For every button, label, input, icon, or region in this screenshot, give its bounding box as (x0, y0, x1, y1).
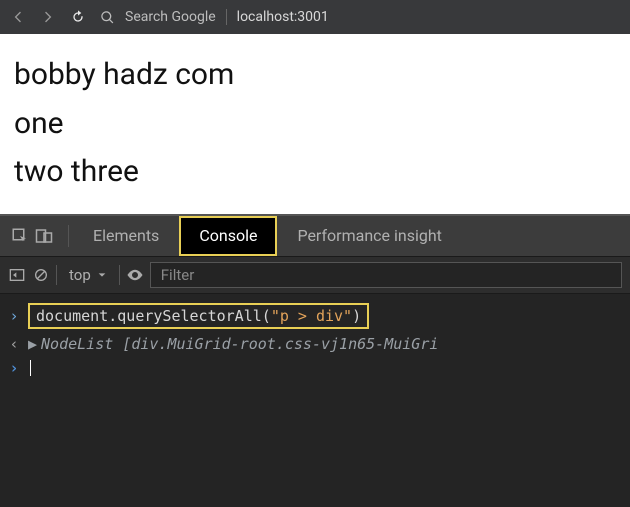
filter-placeholder: Filter (161, 266, 195, 284)
inspect-icon (11, 227, 29, 245)
separator (119, 265, 120, 285)
text-cursor (30, 360, 31, 376)
console-filterbar: top Filter (0, 256, 630, 294)
omnibox-placeholder: Search Google (125, 9, 216, 25)
sidebar-icon (9, 267, 25, 283)
page-line: two three (14, 149, 616, 196)
console-prompt-line[interactable]: › (6, 356, 624, 380)
context-selector[interactable]: top (63, 266, 113, 284)
tab-label: Elements (93, 226, 159, 245)
page-line: bobby hadz com (14, 52, 616, 99)
tab-elements[interactable]: Elements (73, 216, 179, 256)
tab-label: Performance insight (297, 226, 441, 245)
console-input[interactable] (28, 359, 31, 377)
console-body: › document.querySelectorAll("p > div") ‹… (0, 294, 630, 507)
omnibox-divider (226, 9, 227, 25)
omnibox-url: localhost:3001 (237, 9, 329, 25)
search-icon (100, 10, 115, 25)
inspect-element-button[interactable] (10, 226, 30, 246)
console-entered-code: document.querySelectorAll("p > div") (28, 303, 369, 329)
expand-triangle-icon[interactable]: ▶ (28, 335, 41, 353)
forward-button[interactable] (34, 3, 62, 31)
output-body: [div.MuiGrid-root.css-vj1n65-MuiGri (122, 335, 438, 353)
context-label: top (69, 266, 91, 284)
devtools-panel: Elements Console Performance insight top (0, 214, 630, 507)
tab-console[interactable]: Console (179, 216, 277, 256)
back-button[interactable] (4, 3, 32, 31)
browser-toolbar: Search Google localhost:3001 (0, 0, 630, 34)
separator (56, 265, 57, 285)
console-sidebar-toggle[interactable] (8, 266, 26, 284)
devtools-tabbar: Elements Console Performance insight (0, 214, 630, 256)
arrow-left-icon (10, 9, 26, 25)
code-method: querySelectorAll (117, 307, 262, 325)
separator (68, 225, 69, 247)
eye-icon (126, 266, 144, 284)
clear-icon (33, 267, 49, 283)
code-object: document (36, 307, 108, 325)
console-input-line: › document.querySelectorAll("p > div") (6, 300, 624, 332)
reload-icon (70, 9, 86, 25)
device-toolbar-button[interactable] (34, 226, 54, 246)
omnibox[interactable]: Search Google localhost:3001 (94, 9, 626, 25)
page-viewport: bobby hadz com one two three (0, 34, 630, 214)
tab-performance-insights[interactable]: Performance insight (277, 216, 461, 256)
output-prefix: NodeList (41, 335, 122, 353)
filter-input[interactable]: Filter (150, 262, 622, 288)
console-output-line: ‹ ▶NodeList [div.MuiGrid-root.css-vj1n65… (6, 332, 624, 356)
reload-button[interactable] (64, 3, 92, 31)
page-line: one (14, 101, 616, 148)
code-arg: "p > div" (271, 307, 352, 325)
devices-icon (35, 227, 53, 245)
clear-console-button[interactable] (32, 266, 50, 284)
chevron-down-icon (97, 270, 107, 280)
console-output[interactable]: ▶NodeList [div.MuiGrid-root.css-vj1n65-M… (28, 335, 438, 353)
prompt-chevron-icon: › (8, 359, 20, 377)
live-expression-button[interactable] (126, 266, 144, 284)
prompt-chevron-icon: › (8, 307, 20, 325)
arrow-right-icon (40, 9, 56, 25)
result-chevron-icon: ‹ (8, 335, 20, 353)
tab-label: Console (199, 226, 257, 245)
devtools-corner-tools (0, 216, 64, 256)
